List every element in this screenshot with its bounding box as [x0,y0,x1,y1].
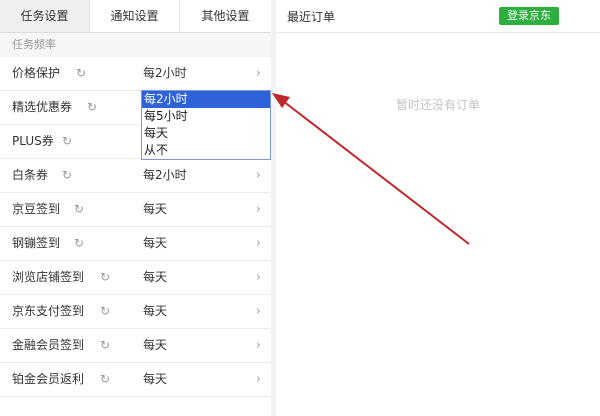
row-value: 每天 [143,372,168,386]
row-value: 每天 [143,338,168,352]
row-value: 每天 [143,270,168,284]
chevron-right-icon: › [255,168,261,183]
refresh-icon[interactable]: ↻ [62,159,72,192]
settings-tabs: 任务设置 通知设置 其他设置 [0,0,271,33]
refresh-icon[interactable]: ↻ [100,295,110,328]
row-label: 白条券 [12,168,49,182]
orders-panel: 最近订单 登录京东 暂时还没有订单 [276,0,600,416]
orders-header: 最近订单 登录京东 [276,0,600,33]
login-jd-button[interactable]: 登录京东 [499,7,559,25]
row-label: PLUS券 [12,134,54,148]
row-shop-checkin[interactable]: 浏览店铺签到 ↻ 每天 › [0,261,271,295]
frequency-dropdown[interactable]: 每2小时 每5小时 每天 从不 [141,90,271,160]
row-value: 每天 [143,236,168,250]
row-label: 价格保护 [12,66,61,80]
row-price-protect[interactable]: 价格保护 ↻ 每2小时 › [0,57,271,91]
row-label: 钢镚签到 [12,236,61,250]
row-gangbeng-checkin[interactable]: 钢镚签到 ↻ 每天 › [0,227,271,261]
row-label: 京豆签到 [12,202,61,216]
dropdown-option[interactable]: 从不 [142,142,270,159]
row-finance-checkin[interactable]: 金融会员签到 ↻ 每天 › [0,329,271,363]
tab-task-settings[interactable]: 任务设置 [0,0,90,32]
row-platinum-rebate[interactable]: 铂金会员返利 ↻ 每天 › [0,363,271,397]
row-label: 金融会员签到 [12,338,85,352]
orders-title: 最近订单 [287,10,336,24]
refresh-icon[interactable]: ↻ [74,227,84,260]
dropdown-option-selected[interactable]: 每2小时 [142,91,270,108]
chevron-right-icon: › [255,372,261,387]
dropdown-option[interactable]: 每5小时 [142,108,270,125]
refresh-icon[interactable]: ↻ [76,57,86,90]
dropdown-option[interactable]: 每天 [142,125,270,142]
row-value: 每天 [143,202,168,216]
settings-panel: 任务设置 通知设置 其他设置 任务频率 价格保护 ↻ 每2小时 › 精选优惠券 … [0,0,271,416]
chevron-right-icon: › [255,202,261,217]
chevron-right-icon: › [255,304,261,319]
row-label: 京东支付签到 [12,304,85,318]
row-value: 每2小时 [143,66,187,80]
refresh-icon[interactable]: ↻ [100,329,110,362]
tab-other-settings[interactable]: 其他设置 [180,0,271,32]
row-value: 每2小时 [143,168,187,182]
chevron-right-icon: › [255,236,261,251]
row-jingdou-checkin[interactable]: 京豆签到 ↻ 每天 › [0,193,271,227]
section-title: 任务频率 [0,33,271,57]
row-label: 铂金会员返利 [12,372,85,386]
refresh-icon[interactable]: ↻ [62,125,72,158]
chevron-right-icon: › [255,270,261,285]
row-value: 每天 [143,304,168,318]
row-label: 浏览店铺签到 [12,270,85,284]
refresh-icon[interactable]: ↻ [100,363,110,396]
refresh-icon[interactable]: ↻ [100,261,110,294]
row-jdpay-checkin[interactable]: 京东支付签到 ↻ 每天 › [0,295,271,329]
tab-notification-settings[interactable]: 通知设置 [90,0,180,32]
chevron-right-icon: › [255,66,261,81]
chevron-right-icon: › [255,338,261,353]
refresh-icon[interactable]: ↻ [87,91,97,124]
refresh-icon[interactable]: ↻ [74,193,84,226]
row-label: 精选优惠券 [12,100,73,114]
empty-orders-text: 暂时还没有订单 [395,98,480,112]
row-baitiao-coupon[interactable]: 白条券 ↻ 每2小时 › [0,159,271,193]
